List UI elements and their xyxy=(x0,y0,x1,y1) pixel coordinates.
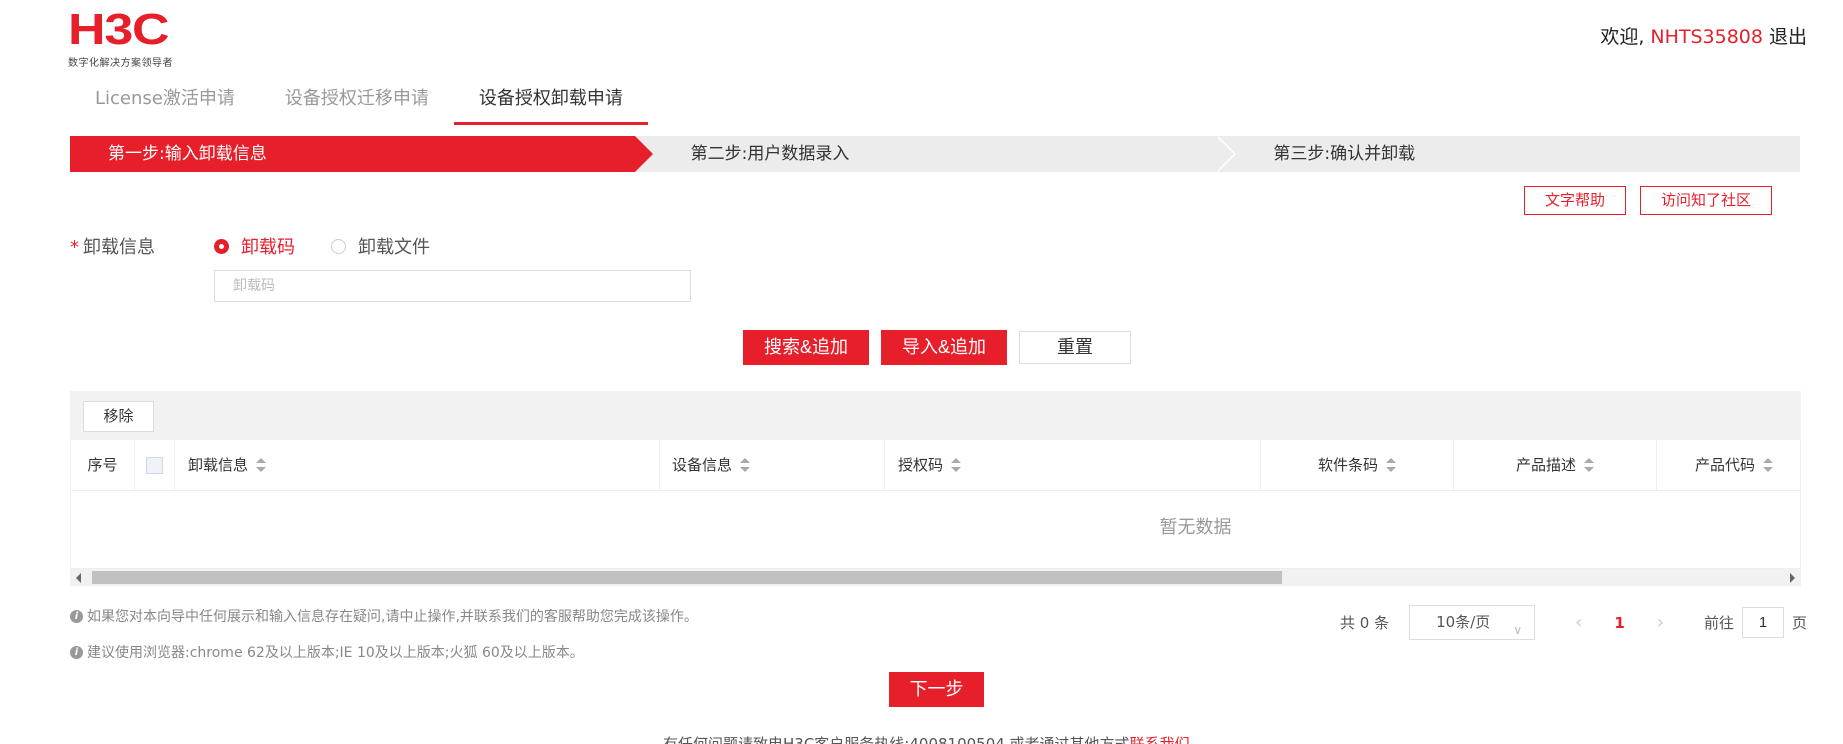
current-page[interactable]: 1 xyxy=(1614,614,1624,632)
footer: 有任何问题请致电H3C客户服务热线:4008100504,或者通过其他方式联系我… xyxy=(663,733,1190,744)
chevron-down-icon: ∨ xyxy=(1513,623,1523,637)
uninstall-info-label: * 卸载信息 xyxy=(70,233,214,259)
logo-subtitle: 数字化解决方案领导者 xyxy=(68,58,173,69)
col-device-info-label: 设备信息 xyxy=(672,455,733,474)
scroll-right-icon[interactable] xyxy=(1790,573,1795,583)
sort-icon[interactable] xyxy=(951,458,962,472)
goto-page-input[interactable] xyxy=(1741,607,1784,638)
info-icon: i xyxy=(70,645,83,659)
scroll-thumb[interactable] xyxy=(92,571,1282,584)
logout-link[interactable]: 退出 xyxy=(1769,26,1807,48)
tab-authorization-uninstall[interactable]: 设备授权卸载申请 xyxy=(453,84,648,125)
tab-bar: License激活申请 设备授权迁移申请 设备授权卸载申请 xyxy=(70,84,648,125)
step-progress: 第一步:输入卸载信息 第二步:用户数据录入 第三步:确认并卸载 xyxy=(70,136,1800,172)
tab-authorization-migration[interactable]: 设备授权迁移申请 xyxy=(260,84,454,125)
tip-support: i 如果您对本向导中任何展示和输入信息存在疑问,请中止操作,并联系我们的客服帮助您… xyxy=(70,606,698,626)
uninstall-table: 序号 卸载信息 设备信息 授权码 软件条码 产品描述 产品代码 暂无数据 xyxy=(70,440,1801,569)
uninstall-info-label-text: 卸载信息 xyxy=(83,237,155,258)
step-2: 第二步:用户数据录入 xyxy=(635,136,1237,172)
radio-checked-icon xyxy=(214,238,229,254)
reset-button[interactable]: 重置 xyxy=(1019,331,1132,364)
radio-uninstall-code-label: 卸载码 xyxy=(241,237,295,258)
uninstall-code-input[interactable] xyxy=(214,270,691,302)
welcome-area: 欢迎, NHTS35808 退出 xyxy=(1600,22,1807,49)
sort-icon[interactable] xyxy=(1386,458,1396,472)
tab-license-activation[interactable]: License激活申请 xyxy=(70,84,260,125)
step-1: 第一步:输入卸载信息 xyxy=(70,136,653,172)
logo-mark: H3C xyxy=(68,5,170,54)
visit-community-button[interactable]: 访问知了社区 xyxy=(1639,186,1772,215)
table-toolbar: 移除 xyxy=(70,391,1801,440)
tip-support-text: 如果您对本向导中任何展示和输入信息存在疑问,请中止操作,并联系我们的客服帮助您完… xyxy=(87,609,698,625)
sort-icon[interactable] xyxy=(1584,458,1594,472)
required-mark: * xyxy=(70,237,79,258)
col-software-barcode[interactable]: 软件条码 xyxy=(1261,440,1454,490)
search-add-button[interactable]: 搜索&追加 xyxy=(743,330,870,365)
page-size-select[interactable]: 10条/页 ∨ xyxy=(1409,605,1536,640)
help-buttons: 文字帮助 访问知了社区 xyxy=(1523,186,1772,215)
horizontal-scrollbar[interactable] xyxy=(70,569,1801,586)
action-buttons: 搜索&追加 导入&追加 重置 xyxy=(743,330,1132,365)
tip-browser-text: 建议使用浏览器:chrome 62及以上版本;IE 10及以上版本;火狐 60及… xyxy=(87,645,584,661)
footer-text: 有任何问题请致电H3C客户服务热线:4008100504,或者通过其他方式 xyxy=(663,735,1130,744)
col-product-code[interactable]: 产品代码 xyxy=(1657,440,1800,490)
goto-label: 前往 xyxy=(1703,614,1734,632)
prev-page-button[interactable]: ‹ xyxy=(1575,612,1582,633)
empty-text: 暂无数据 xyxy=(1159,517,1232,538)
tips: i 如果您对本向导中任何展示和输入信息存在疑问,请中止操作,并联系我们的客服帮助您… xyxy=(70,606,698,678)
tip-browser: i 建议使用浏览器:chrome 62及以上版本;IE 10及以上版本;火狐 60… xyxy=(70,642,698,662)
next-page-button[interactable]: › xyxy=(1657,612,1664,633)
page-size-value: 10条/页 xyxy=(1436,613,1491,631)
col-auth-code[interactable]: 授权码 xyxy=(885,440,1261,490)
select-all-checkbox[interactable] xyxy=(146,456,163,474)
col-product-desc[interactable]: 产品描述 xyxy=(1454,440,1657,490)
col-index: 序号 xyxy=(71,440,135,490)
import-add-button[interactable]: 导入&追加 xyxy=(881,330,1008,365)
total-count: 共 0 条 xyxy=(1340,614,1390,632)
col-auth-code-label: 授权码 xyxy=(898,455,944,474)
remove-button[interactable]: 移除 xyxy=(83,401,154,432)
sort-icon[interactable] xyxy=(256,458,267,472)
step-3: 第三步:确认并卸载 xyxy=(1273,144,1416,164)
text-help-button[interactable]: 文字帮助 xyxy=(1523,186,1626,215)
radio-uninstall-file-label: 卸载文件 xyxy=(358,237,430,258)
col-select-all[interactable] xyxy=(135,440,175,490)
pagination: 共 0 条 10条/页 ∨ ‹ 1 › 前往 页 xyxy=(1340,605,1807,640)
col-device-info[interactable]: 设备信息 xyxy=(660,440,885,490)
radio-uninstall-file[interactable]: 卸载文件 xyxy=(331,233,430,259)
col-uninstall-info-label: 卸载信息 xyxy=(188,455,249,474)
radio-uninstall-code[interactable]: 卸载码 xyxy=(214,233,295,259)
sort-icon[interactable] xyxy=(740,458,751,472)
col-product-desc-label: 产品描述 xyxy=(1515,455,1576,474)
table-header: 序号 卸载信息 设备信息 授权码 软件条码 产品描述 产品代码 xyxy=(71,440,1800,491)
col-uninstall-info[interactable]: 卸载信息 xyxy=(175,440,660,490)
col-index-label: 序号 xyxy=(87,455,118,474)
h3c-logo: H3C 数字化解决方案领导者 xyxy=(68,8,173,70)
uninstall-info-row: * 卸载信息 卸载码 卸载文件 xyxy=(70,233,466,259)
contact-us-link[interactable]: 联系我们 xyxy=(1130,735,1190,744)
col-product-code-label: 产品代码 xyxy=(1695,455,1756,474)
col-software-barcode-label: 软件条码 xyxy=(1317,455,1378,474)
username-link[interactable]: NHTS35808 xyxy=(1650,26,1763,48)
sort-icon[interactable] xyxy=(1763,458,1774,472)
next-step-button[interactable]: 下一步 xyxy=(889,672,984,707)
welcome-text: 欢迎, xyxy=(1600,26,1645,48)
info-icon: i xyxy=(70,609,83,623)
radio-unchecked-icon xyxy=(331,238,346,254)
scroll-left-icon[interactable] xyxy=(76,573,81,583)
page-suffix: 页 xyxy=(1791,614,1807,632)
